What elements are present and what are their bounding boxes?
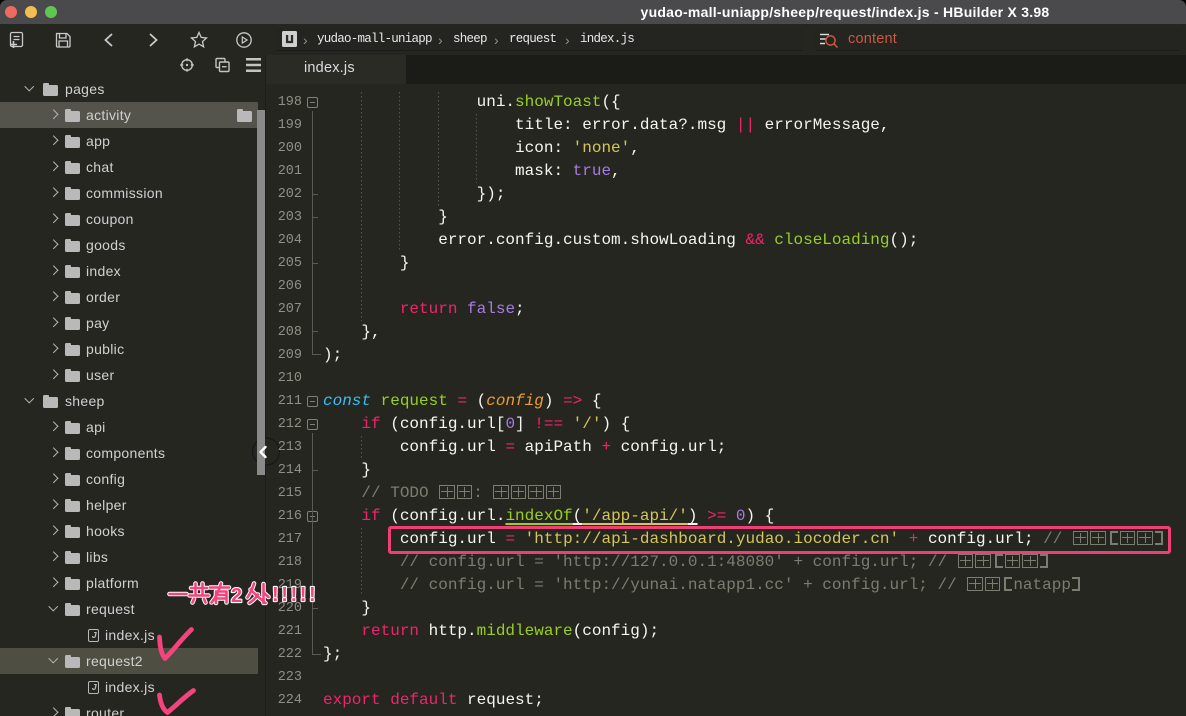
svg-text:2: 2 — [231, 585, 242, 607]
svg-text:!!!!!: !!!!! — [272, 584, 318, 606]
